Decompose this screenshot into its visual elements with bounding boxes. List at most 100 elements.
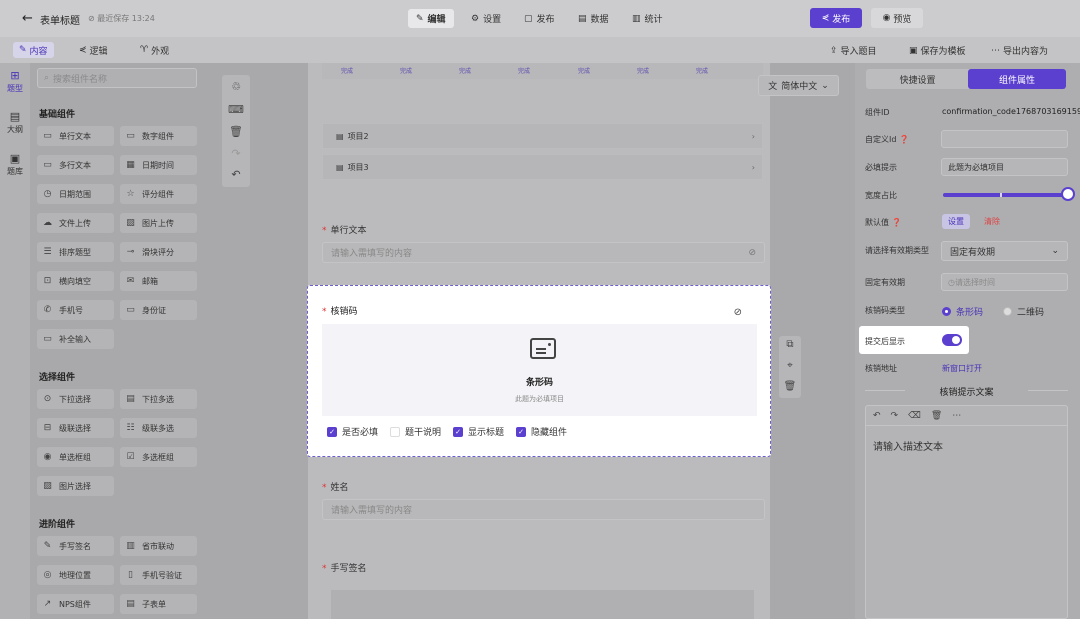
comp-file-upload[interactable]: ☁ 文件上传 <box>37 213 114 233</box>
subtab-logic[interactable]: ⋞ 逻辑 <box>73 42 114 58</box>
hide-component-checkbox[interactable]: ✓ 隐藏组件 <box>516 425 567 438</box>
undo-icon[interactable]: ↶ <box>222 168 250 181</box>
trash-icon[interactable]: 🗑 <box>931 411 942 421</box>
tab-settings[interactable]: ⚙ 设置 <box>463 9 509 28</box>
description-checkbox[interactable]: 题干说明 <box>390 425 441 438</box>
stats-icon: ▥ <box>632 13 641 24</box>
help-icon[interactable]: ❓ <box>892 218 902 227</box>
check-icon: ✓ <box>453 426 464 437</box>
clock-icon: ◷ <box>948 277 955 287</box>
validity-type-select[interactable]: 固定有效期 ⌄ <box>941 241 1068 261</box>
option-row[interactable]: ▤ 项目3 › <box>322 154 763 180</box>
nps-icon: ↗ <box>43 599 52 609</box>
clear-format-icon[interactable]: ⌫ <box>908 411 921 421</box>
nav-question-bank[interactable]: ▣ 题库 <box>0 152 30 177</box>
comp-image-upload[interactable]: ▨ 图片上传 <box>120 213 197 233</box>
save-template-button[interactable]: ▣ 保存为模板 <box>909 44 966 58</box>
undo-icon[interactable]: ↶ <box>873 411 881 421</box>
comp-phone[interactable]: ✆ 手机号 <box>37 300 114 320</box>
required-checkbox[interactable]: ✓ 是否必填 <box>327 425 378 438</box>
comp-subform[interactable]: ▤ 子表单 <box>120 594 197 614</box>
comp-nps[interactable]: ↗ NPS组件 <box>37 594 114 614</box>
comp-fill-blank[interactable]: ⊡ 横向填空 <box>37 271 114 291</box>
option-row[interactable]: ▤ 项目2 › <box>322 123 763 149</box>
import-questions-button[interactable]: ⇪ 导入题目 <box>830 44 877 58</box>
comp-single-text[interactable]: ▭ 单行文本 <box>37 126 114 146</box>
default-value-label: 默认值 ❓ <box>865 218 902 227</box>
comp-datetime[interactable]: ▦ 日期时间 <box>120 155 197 175</box>
strip-label: 完成 <box>578 68 591 75</box>
redo-icon[interactable]: ↷ <box>222 147 250 160</box>
redo-icon[interactable]: ↷ <box>891 411 899 421</box>
time-picker-input[interactable]: ◷ 请选择时间 <box>941 273 1068 291</box>
comp-location[interactable]: ◎ 地理位置 <box>37 565 114 585</box>
arrow-left-icon[interactable]: ← <box>22 11 33 26</box>
signature-pad[interactable] <box>331 590 754 619</box>
tab-quick-settings[interactable]: 快捷设置 <box>868 69 967 89</box>
comp-signature[interactable]: ✎ 手写签名 <box>37 536 114 556</box>
subtab-appearance[interactable]: ♈ 外观 <box>134 42 175 58</box>
recycle-icon[interactable]: ♲ <box>222 80 250 93</box>
form-title[interactable]: 表单标题 <box>40 12 80 27</box>
clear-default-button[interactable]: 清除 <box>978 214 1006 229</box>
required-hint-input[interactable]: 此题为必填项目 <box>941 158 1068 176</box>
more-icon[interactable]: ⋯ <box>952 411 961 421</box>
comp-sort[interactable]: ☰ 排序题型 <box>37 242 114 262</box>
width-slider-thumb[interactable] <box>1061 187 1075 201</box>
sort-icon: ☰ <box>43 247 52 257</box>
name-input[interactable]: 请输入需填写的内容 <box>322 499 765 520</box>
eye-off-icon[interactable]: ⊘ <box>734 307 742 318</box>
selected-question-card[interactable]: * 核销码 ⊘ 条形码 此题为必填项目 ✓ 是否必填 题干说明 ✓ 显示标题 ✓ 隐藏组… <box>307 285 771 457</box>
single-text-input[interactable]: 请输入需填写的内容 ⊘ <box>322 242 765 263</box>
show-title-checkbox[interactable]: ✓ 显示标题 <box>453 425 504 438</box>
comp-checkbox-group[interactable]: ☑ 多选框组 <box>120 447 197 467</box>
comp-id-card[interactable]: ▭ 身份证 <box>120 300 197 320</box>
tab-data[interactable]: ▤ 数据 <box>570 9 617 28</box>
comp-cascade[interactable]: ⊟ 级联选择 <box>37 418 114 438</box>
component-search-input[interactable]: ⌕ 搜索组件名称 <box>37 68 197 88</box>
comp-number[interactable]: ▭ 数字组件 <box>120 126 197 146</box>
help-icon[interactable]: ❓ <box>899 135 909 144</box>
tab-component-props[interactable]: 组件属性 <box>968 69 1066 89</box>
comp-phone-verify[interactable]: ▯ 手机号验证 <box>120 565 197 585</box>
shirt-icon: ♈ <box>140 45 149 55</box>
custom-id-input[interactable] <box>941 130 1068 148</box>
comp-rating[interactable]: ☆ 评分组件 <box>120 184 197 204</box>
keyboard-icon[interactable]: ⌨ <box>222 103 250 116</box>
tab-publish[interactable]: ▢ 发布 <box>516 9 563 28</box>
phone-icon: ✆ <box>43 305 52 315</box>
comp-multi-text[interactable]: ▭ 多行文本 <box>37 155 114 175</box>
comp-region[interactable]: ▥ 省市联动 <box>120 536 197 556</box>
nav-question-types[interactable]: ⊞ 题型 <box>0 69 30 94</box>
show-after-submit-toggle[interactable] <box>942 334 962 346</box>
radio-barcode[interactable]: 条形码 <box>942 305 983 318</box>
language-select[interactable]: 文简体中文 ⌄ <box>758 75 839 96</box>
comp-dropdown[interactable]: ⊙ 下拉选择 <box>37 389 114 409</box>
set-default-button[interactable]: 设置 <box>942 214 970 229</box>
width-slider-track <box>943 193 1065 197</box>
comp-radio-group[interactable]: ◉ 单选框组 <box>37 447 114 467</box>
trash-icon[interactable]: 🗑 <box>779 381 801 392</box>
subtab-content[interactable]: ✎ 内容 <box>13 42 54 58</box>
copy-icon[interactable]: ⧉ <box>779 339 801 350</box>
comp-dropdown-multi[interactable]: ▤ 下拉多选 <box>120 389 197 409</box>
comp-cascade-multi[interactable]: ☷ 级联多选 <box>120 418 197 438</box>
comp-email[interactable]: ✉ 邮箱 <box>120 271 197 291</box>
export-content-button[interactable]: ⋯ 导出内容为 <box>991 44 1048 58</box>
upload-icon: ⇪ <box>830 45 838 56</box>
preview-button[interactable]: ◉ 预览 <box>871 8 923 28</box>
comp-autocomplete[interactable]: ▭ 补全输入 <box>37 329 114 349</box>
nav-outline[interactable]: ▤ 大纲 <box>0 110 30 135</box>
tag-icon[interactable]: ⌖ <box>779 360 801 371</box>
comp-date-range[interactable]: ◷ 日期范围 <box>37 184 114 204</box>
rich-text-editor[interactable]: ↶ ↷ ⌫ 🗑 ⋯ 请输入描述文本 <box>865 405 1068 619</box>
publish-button[interactable]: ⋞ 发布 <box>810 8 862 28</box>
radio-qrcode[interactable]: 二维码 <box>1003 305 1044 318</box>
open-new-window-link[interactable]: 新窗口打开 <box>942 363 982 374</box>
tab-stats[interactable]: ▥ 统计 <box>624 9 671 28</box>
tab-edit[interactable]: ✎ 编辑 <box>408 9 454 28</box>
comp-slider[interactable]: ⊸ 滑块评分 <box>120 242 197 262</box>
chevron-down-icon: ⌄ <box>821 80 829 91</box>
trash-icon[interactable]: 🗑 <box>222 125 250 138</box>
comp-image-choice[interactable]: ▨ 图片选择 <box>37 476 114 496</box>
